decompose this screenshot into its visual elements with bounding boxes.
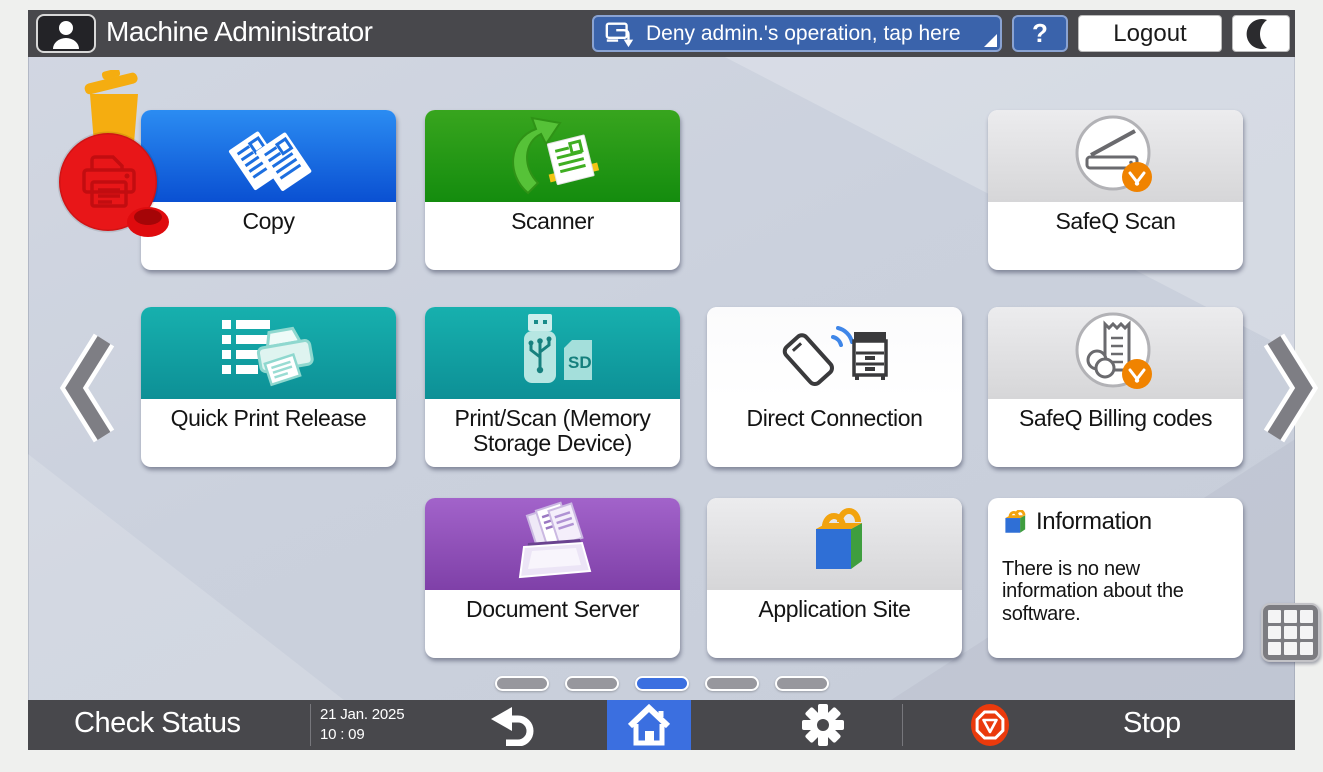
page-dot-2[interactable]	[565, 676, 619, 691]
app-tile-scanner[interactable]: Scanner	[425, 110, 680, 270]
home-button[interactable]	[607, 700, 691, 750]
stop-button[interactable]	[950, 700, 1030, 750]
page-dot-1[interactable]	[495, 676, 549, 691]
divider	[902, 704, 903, 746]
user-avatar[interactable]	[36, 14, 96, 53]
tile-label: Application Site	[707, 590, 962, 622]
stop-label: Stop	[1123, 707, 1181, 740]
page-indicator	[28, 676, 1295, 691]
copy-icon	[204, 113, 334, 199]
app-grid-button[interactable]	[1261, 603, 1320, 662]
tile-label: SafeQ Billing codes	[988, 399, 1243, 431]
logout-button[interactable]: Logout	[1078, 15, 1222, 52]
app-tile-document-server[interactable]: Document Server	[425, 498, 680, 658]
app-tile-application-site[interactable]: Application Site	[707, 498, 962, 658]
expand-corner-icon	[984, 34, 997, 47]
tile-label: Document Server	[425, 590, 680, 622]
tile-label: Copy	[141, 202, 396, 234]
safeq-scan-tile-header	[988, 110, 1243, 202]
energy-saver-button[interactable]	[1232, 15, 1290, 52]
page-dot-4[interactable]	[705, 676, 759, 691]
app-tile-safeq-scan[interactable]: SafeQ Scan	[988, 110, 1243, 270]
gear-icon	[801, 703, 845, 747]
quick-print-release-icon	[204, 310, 334, 396]
memory-tile-header: SD	[425, 307, 680, 399]
settings-button[interactable]	[778, 700, 868, 750]
direct-connection-tile-header	[707, 307, 962, 399]
information-widget[interactable]: Information There is no new information …	[988, 498, 1243, 658]
scanner-icon	[488, 113, 618, 199]
app-tile-print-scan-memory[interactable]: SD Print/Scan (Memory Storage Device)	[425, 307, 680, 467]
scanner-tile-header	[425, 110, 680, 202]
app-tile-safeq-billing[interactable]: SafeQ Billing codes	[988, 307, 1243, 467]
information-bag-icon	[1002, 510, 1028, 534]
back-button[interactable]	[468, 700, 558, 750]
safeq-billing-icon	[1061, 308, 1171, 398]
next-page-button[interactable]	[1258, 332, 1320, 444]
app-tile-direct-connection[interactable]: Direct Connection	[707, 307, 962, 467]
document-server-tile-header	[425, 498, 680, 590]
previous-page-button[interactable]	[58, 332, 120, 444]
document-server-icon	[488, 501, 618, 587]
operation-switch-icon	[604, 19, 636, 49]
tile-label: Quick Print Release	[141, 399, 396, 431]
safeq-scan-icon	[1061, 111, 1171, 201]
tile-label: Direct Connection	[707, 399, 962, 431]
tile-label: SafeQ Scan	[988, 202, 1243, 234]
grid-icon	[1268, 610, 1281, 623]
chevron-right-icon	[1258, 332, 1320, 444]
quick-print-tile-header	[141, 307, 396, 399]
notice-label: Deny admin.'s operation, tap here	[646, 22, 961, 46]
tile-label: Print/Scan (Memory Storage Device)	[425, 399, 680, 456]
sd-card-label: SD	[568, 353, 592, 372]
information-title: Information	[1036, 508, 1152, 536]
application-site-icon	[770, 501, 900, 587]
check-status-button[interactable]: Check Status	[74, 707, 240, 740]
information-body: There is no new information about the so…	[1002, 558, 1197, 625]
safeq-billing-tile-header	[988, 307, 1243, 399]
usb-sd-icon: SD	[488, 310, 618, 396]
date-time: 21 Jan. 2025 10 : 09	[320, 705, 404, 746]
direct-connection-icon	[770, 310, 900, 396]
back-arrow-icon	[488, 704, 538, 746]
divider	[310, 704, 311, 746]
deny-admin-operation-button[interactable]: Deny admin.'s operation, tap here	[592, 15, 1002, 52]
touch-screen: Machine Administrator Deny admin.'s oper…	[28, 10, 1295, 750]
logged-in-user: Machine Administrator	[106, 16, 373, 48]
application-site-tile-header	[707, 498, 962, 590]
copy-tile-header	[141, 110, 396, 202]
help-button[interactable]: ?	[1012, 15, 1068, 52]
help-label: ?	[1032, 18, 1048, 49]
page-dot-5[interactable]	[775, 676, 829, 691]
trash-can-icon	[84, 70, 139, 156]
page-dot-3[interactable]	[635, 676, 689, 691]
tile-label: Scanner	[425, 202, 680, 234]
time-text: 10 : 09	[320, 725, 404, 745]
top-bar: Machine Administrator Deny admin.'s oper…	[28, 10, 1295, 57]
app-tile-copy[interactable]: Copy	[141, 110, 396, 270]
date-text: 21 Jan. 2025	[320, 705, 404, 725]
person-icon	[49, 19, 83, 49]
app-tile-quick-print-release[interactable]: Quick Print Release	[141, 307, 396, 467]
home-icon	[625, 704, 673, 746]
logout-label: Logout	[1113, 20, 1186, 48]
moon-icon	[1246, 18, 1276, 50]
stop-icon	[968, 702, 1012, 748]
bottom-bar: Check Status 21 Jan. 2025 10 : 09	[28, 700, 1295, 750]
chevron-left-icon	[58, 332, 120, 444]
